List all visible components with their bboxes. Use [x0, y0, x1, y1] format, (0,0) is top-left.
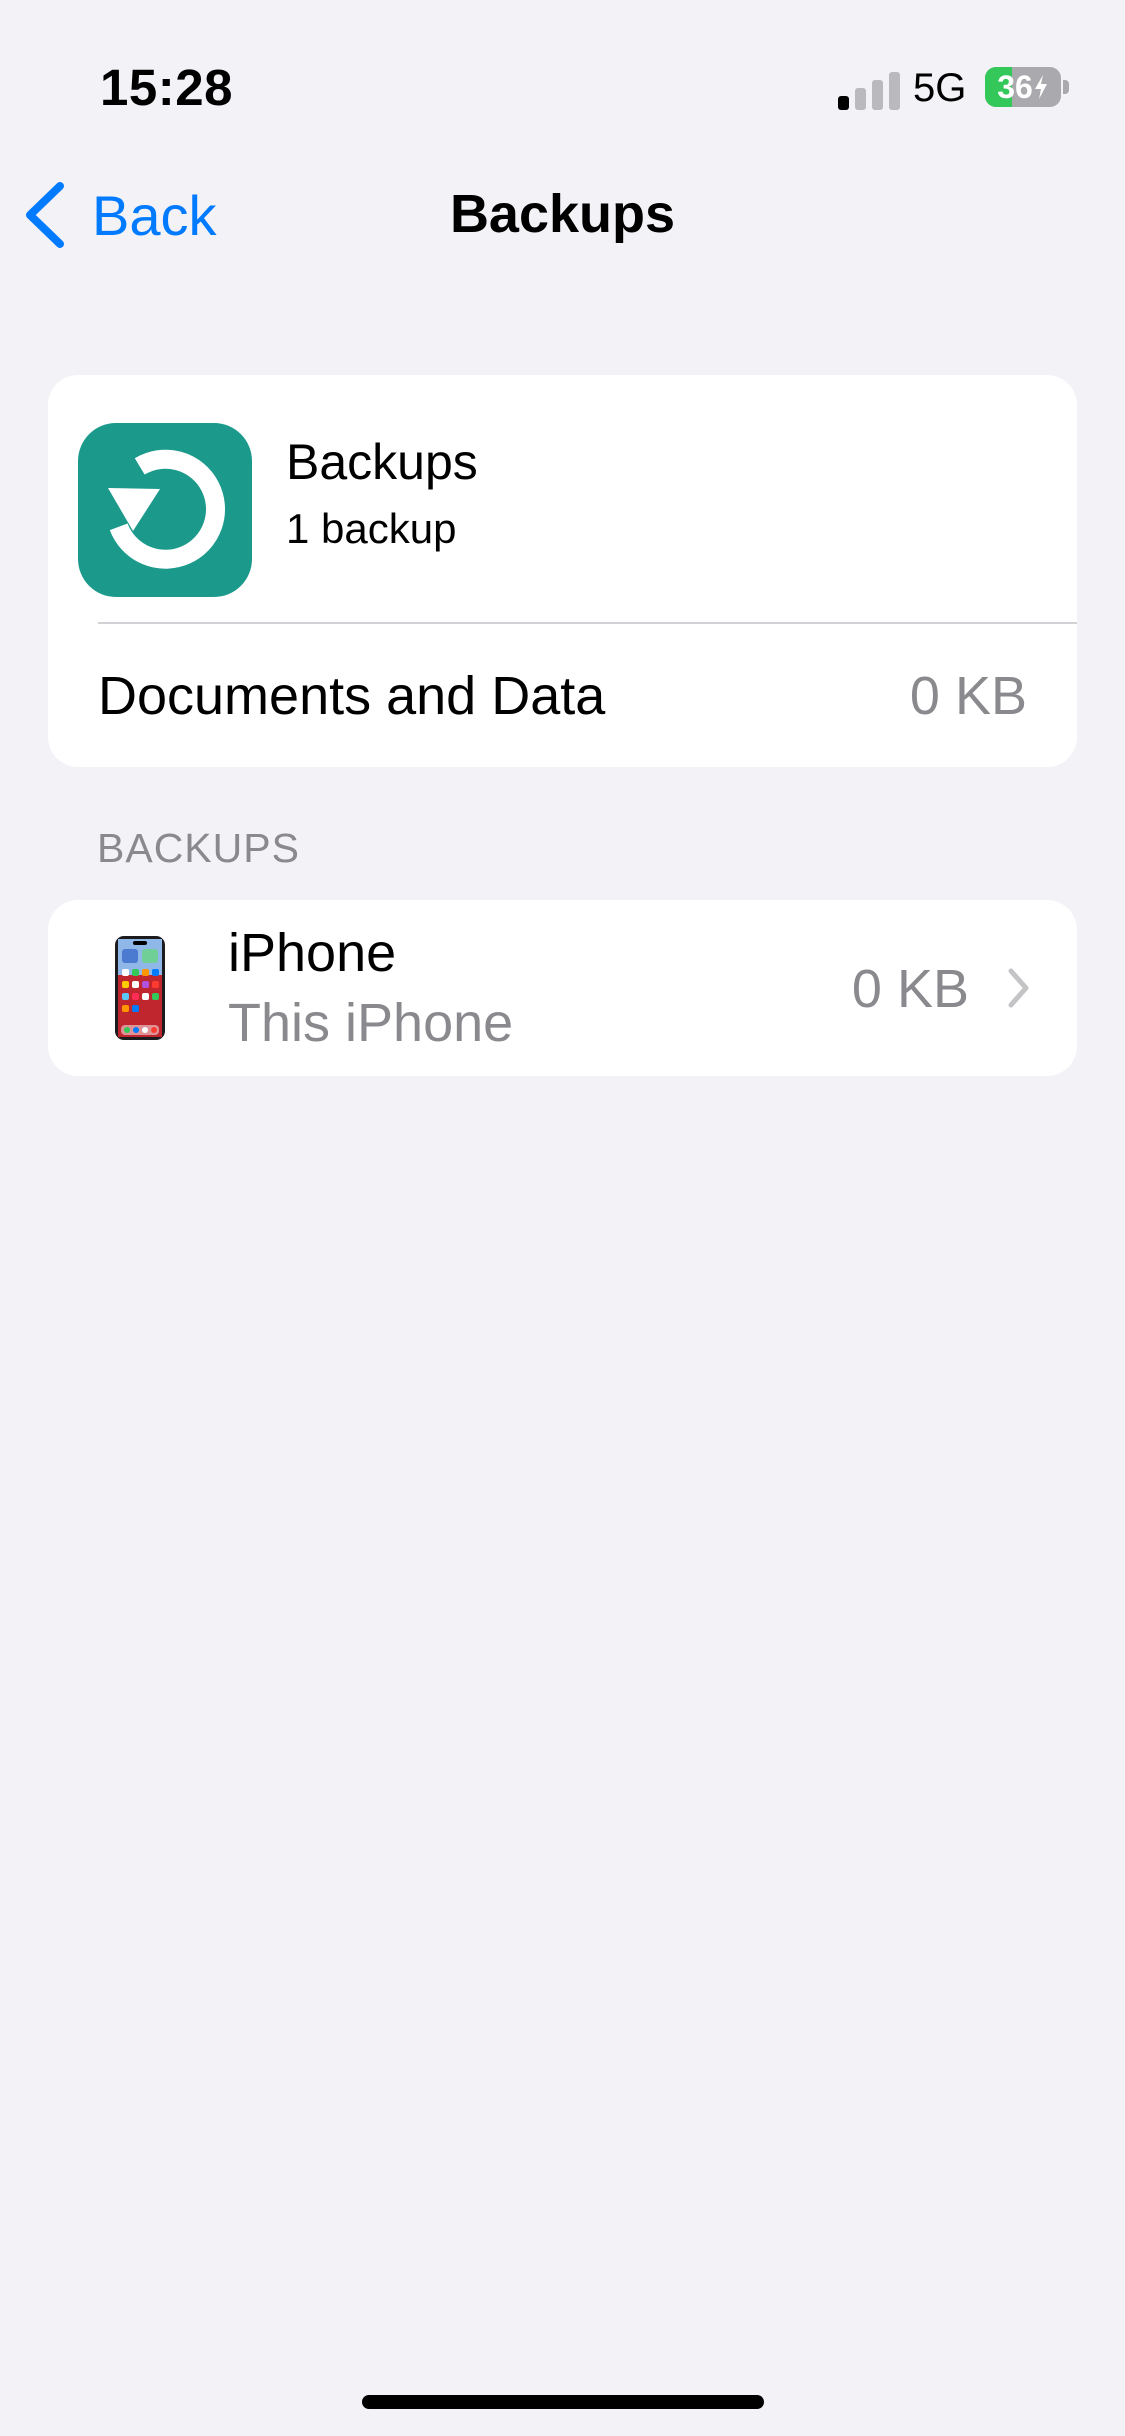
backup-device-subtitle: This iPhone [228, 993, 514, 1053]
documents-and-data-value: 0 KB [909, 666, 1027, 726]
backup-restore-icon [78, 423, 252, 597]
status-time: 15:28 [100, 59, 233, 116]
page-title: Backups [449, 184, 676, 244]
divider [98, 622, 1077, 624]
backup-size: 0 KB [851, 959, 969, 1019]
charging-bolt-icon [1034, 75, 1047, 99]
battery-cap [1063, 80, 1069, 94]
battery-percent-text: 36 [997, 68, 1033, 105]
backups-list: iPhone This iPhone 0 KB [48, 900, 1077, 1076]
list-item-iphone-backup[interactable]: iPhone This iPhone 0 KB [48, 900, 1077, 1076]
status-bar: 15:28 5G 36 [0, 0, 1125, 140]
summary-subtitle: 1 backup [286, 505, 457, 552]
chevron-right-icon [1008, 968, 1029, 1008]
documents-and-data-label: Documents and Data [98, 666, 606, 726]
iphone-thumbnail-icon [115, 936, 165, 1040]
backups-screen: 15:28 5G 36 Back Backups Backups 1 backu… [0, 0, 1125, 2436]
battery-percent: 36 [985, 67, 1061, 107]
summary-title: Backups [286, 434, 478, 490]
network-type: 5G [913, 66, 967, 110]
backup-device-name: iPhone [228, 923, 397, 983]
backups-summary-card: Backups 1 backup Documents and Data 0 KB [48, 375, 1077, 767]
backups-section-header: BACKUPS [97, 825, 300, 871]
cellular-signal-icon [838, 70, 900, 110]
home-indicator[interactable] [362, 2395, 764, 2409]
battery-icon: 36 [985, 67, 1061, 107]
